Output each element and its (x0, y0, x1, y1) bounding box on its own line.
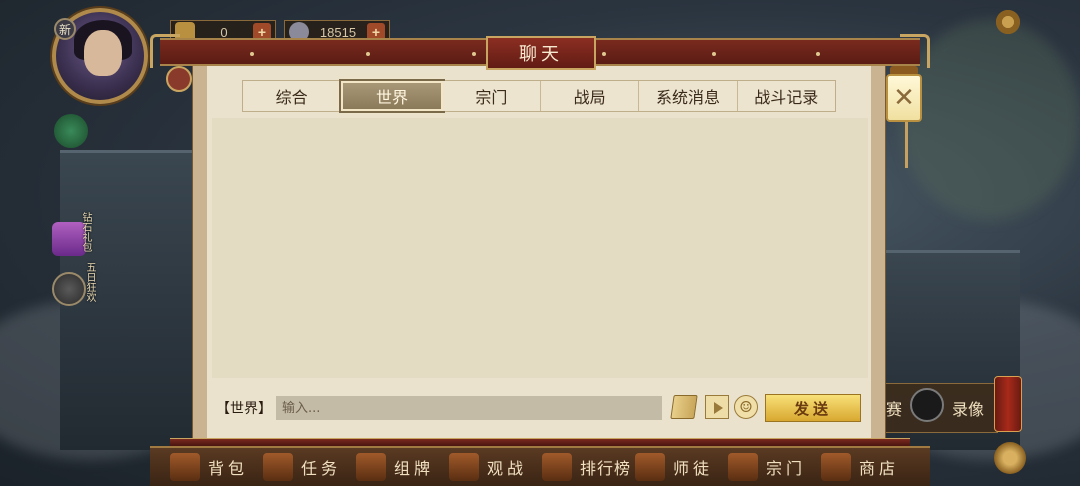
bottom-nav-bar: 背包 任务 组牌 观战 排行榜 师徒 宗门 商店 (150, 446, 930, 486)
cards-icon (356, 453, 386, 481)
corner-ornament-left (150, 34, 180, 68)
nav-item-mentor[interactable]: 师徒 (635, 453, 728, 481)
bag-icon (170, 453, 200, 481)
nav-item-bag[interactable]: 背包 (170, 453, 263, 481)
shop-icon (821, 453, 851, 481)
video-icon[interactable] (705, 395, 729, 419)
event-label: 五日狂欢 (84, 262, 95, 302)
nav-label: 组牌 (394, 459, 435, 478)
new-badge: 新 (54, 18, 76, 40)
chat-bubble-icon[interactable] (994, 442, 1026, 474)
nav-label: 背包 (208, 459, 249, 478)
chat-input[interactable] (276, 396, 662, 420)
tab-sect[interactable]: 宗门 (442, 81, 541, 111)
chat-title: 聊天 (486, 36, 596, 70)
chat-input-row: 【世界】 (216, 394, 662, 422)
gift-label: 钻石礼包 (80, 212, 91, 252)
nav-label: 宗门 (766, 459, 807, 478)
crossed-swords-icon[interactable] (52, 272, 86, 306)
panel-bottom-rail (170, 438, 910, 446)
nav-item-sect[interactable]: 宗门 (728, 453, 821, 481)
nav-label: 商店 (859, 459, 900, 478)
emoji-icon[interactable]: ☺ (734, 395, 758, 419)
spectate-icon (449, 453, 479, 481)
side-menu-icon[interactable] (166, 66, 192, 92)
corner-ornament-right (900, 34, 930, 68)
settings-gear-icon[interactable] (994, 8, 1022, 36)
match-label[interactable]: 赛 (886, 396, 902, 420)
nav-label: 排行榜 (580, 459, 632, 478)
tab-battle-situation[interactable]: 战局 (540, 81, 640, 111)
replay-label[interactable]: 录像 (952, 396, 984, 420)
chat-channel-tabs: 综合 世界 宗门 战局 系统消息 战斗记录 (242, 80, 836, 112)
channel-label: 【世界】 (216, 401, 272, 417)
lantern-tassel (905, 122, 908, 168)
tab-system-messages[interactable]: 系统消息 (639, 81, 738, 111)
book-icon[interactable] (670, 395, 698, 419)
tab-world[interactable]: 世界 (341, 81, 443, 111)
nav-item-ranking[interactable]: 排行榜 (542, 453, 635, 481)
tab-general[interactable]: 综合 (243, 81, 342, 111)
nav-label: 师徒 (673, 459, 714, 478)
scroll-decoration-icon[interactable] (994, 376, 1022, 432)
scroll-icon (263, 453, 293, 481)
nav-item-shop[interactable]: 商店 (821, 453, 914, 481)
film-reel-icon[interactable] (910, 388, 944, 422)
mentor-icon (635, 453, 665, 481)
nav-label: 观战 (487, 459, 528, 478)
tab-battle-log[interactable]: 战斗记录 (737, 81, 835, 111)
jade-icon[interactable] (54, 114, 88, 148)
chat-message-area[interactable] (212, 118, 868, 378)
nav-label: 任务 (301, 459, 342, 478)
ranking-icon (542, 453, 572, 481)
nav-item-spectate[interactable]: 观战 (449, 453, 542, 481)
close-icon[interactable]: ✕ (886, 74, 922, 122)
nav-item-deck[interactable]: 组牌 (356, 453, 449, 481)
send-button[interactable]: 发送 (765, 394, 861, 422)
nav-item-tasks[interactable]: 任务 (263, 453, 356, 481)
avatar-face (84, 30, 122, 76)
sect-icon (728, 453, 758, 481)
